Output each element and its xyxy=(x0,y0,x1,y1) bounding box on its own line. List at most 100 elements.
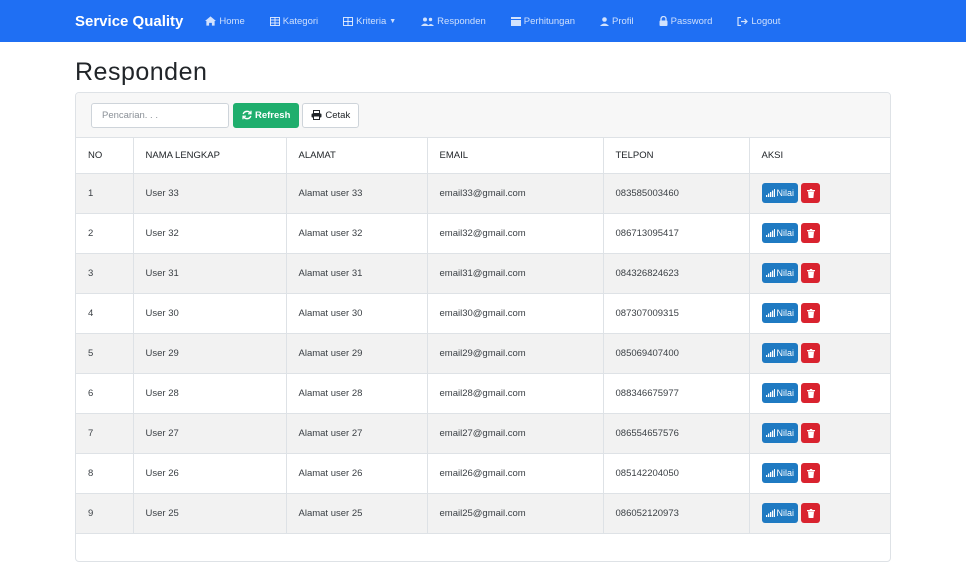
table-row: 4 User 30 Alamat user 30 email30@gmail.com 0… xyxy=(76,293,891,334)
refresh-label: Refresh xyxy=(255,109,291,121)
users-icon xyxy=(421,17,435,26)
signal-icon xyxy=(765,189,775,197)
cell-nama: User 28 xyxy=(133,373,287,414)
brand-logo[interactable]: Service Quality xyxy=(75,13,183,30)
cell-telpon: 086713095417 xyxy=(603,213,750,254)
nilai-button[interactable]: Nilai xyxy=(761,303,799,323)
nilai-button[interactable]: Nilai xyxy=(761,423,799,443)
cell-aksi: Nilai xyxy=(749,453,891,494)
table-row: 5 User 29 Alamat user 29 email29@gmail.com 0… xyxy=(76,333,890,374)
row-actions: Nilai xyxy=(761,463,891,483)
nav-profil[interactable]: Profil xyxy=(600,16,634,27)
row-actions: Nilai xyxy=(761,303,891,323)
nilai-button[interactable]: Nilai xyxy=(761,463,799,483)
cell-telpon: 084326824623 xyxy=(603,253,750,294)
nilai-button[interactable]: Nilai xyxy=(761,343,799,363)
cell-aksi: Nilai xyxy=(749,173,891,214)
row-actions: Nilai xyxy=(761,263,891,283)
cell-email: email29@gmail.com xyxy=(427,333,604,374)
logout-icon xyxy=(737,16,749,26)
nilai-button[interactable]: Nilai xyxy=(761,223,799,243)
trash-icon xyxy=(806,468,815,478)
row-actions: Nilai xyxy=(761,503,891,523)
cell-no: 5 xyxy=(76,333,134,374)
cell-email: email31@gmail.com xyxy=(427,253,604,294)
signal-icon xyxy=(765,229,775,237)
user-icon xyxy=(600,16,610,26)
row-actions: Nilai xyxy=(761,223,891,243)
responden-card: Refresh Cetak NO NAMA LENGKAP ALAMAT EMA… xyxy=(75,92,891,562)
cell-nama: User 25 xyxy=(133,493,287,534)
cell-nama: User 32 xyxy=(133,213,287,254)
col-header-aksi: AKSI xyxy=(749,138,890,174)
trash-icon xyxy=(806,508,815,518)
printer-icon xyxy=(311,110,322,120)
nilai-button[interactable]: Nilai xyxy=(761,263,799,283)
refresh-button[interactable]: Refresh xyxy=(233,102,300,128)
nav-profil-label: Profil xyxy=(612,15,634,27)
nilai-button[interactable]: Nilai xyxy=(761,183,799,203)
cell-no: 6 xyxy=(76,373,134,414)
cell-aksi: Nilai xyxy=(749,333,890,374)
delete-button[interactable] xyxy=(801,463,821,483)
row-actions: Nilai xyxy=(761,383,891,403)
delete-button[interactable] xyxy=(801,383,821,403)
cell-alamat: Alamat user 26 xyxy=(286,453,428,494)
nav-responden[interactable]: Responden xyxy=(421,16,486,27)
nav-logout[interactable]: Logout xyxy=(737,16,780,27)
refresh-icon xyxy=(242,110,252,120)
delete-button[interactable] xyxy=(801,223,821,243)
nav-perhitungan[interactable]: Perhitungan xyxy=(510,16,575,27)
signal-icon xyxy=(765,429,775,437)
cell-alamat: Alamat user 30 xyxy=(286,293,428,334)
signal-icon xyxy=(765,309,775,317)
delete-button[interactable] xyxy=(801,183,821,203)
delete-button[interactable] xyxy=(801,423,821,443)
row-actions: Nilai xyxy=(761,423,891,443)
cell-alamat: Alamat user 31 xyxy=(286,253,428,294)
row-actions: Nilai xyxy=(761,183,891,203)
cell-alamat: Alamat user 27 xyxy=(286,413,428,454)
nilai-label: Nilai xyxy=(776,228,795,238)
col-header-no: NO xyxy=(76,138,134,174)
cell-no: 3 xyxy=(76,253,134,294)
cell-nama: User 31 xyxy=(133,253,287,294)
cell-no: 1 xyxy=(76,173,134,214)
cell-alamat: Alamat user 33 xyxy=(286,173,428,214)
nilai-button[interactable]: Nilai xyxy=(761,383,799,403)
cell-telpon: 086052120973 xyxy=(603,493,750,534)
cell-telpon: 088346675977 xyxy=(603,373,750,414)
delete-button[interactable] xyxy=(801,343,821,363)
calculator-icon xyxy=(510,16,521,26)
delete-button[interactable] xyxy=(801,503,821,523)
delete-button[interactable] xyxy=(801,263,821,283)
cell-email: email26@gmail.com xyxy=(427,453,604,494)
cell-email: email25@gmail.com xyxy=(427,493,604,534)
search-input[interactable] xyxy=(91,102,229,128)
cell-aksi: Nilai xyxy=(749,413,891,454)
cell-nama: User 33 xyxy=(133,173,287,214)
print-button[interactable]: Cetak xyxy=(302,102,360,128)
trash-icon xyxy=(806,428,815,438)
nilai-button[interactable]: Nilai xyxy=(761,503,799,523)
print-label: Cetak xyxy=(325,109,351,121)
table-header-row: NO NAMA LENGKAP ALAMAT EMAIL TELPON AKSI xyxy=(76,138,890,174)
table-row: 2 User 32 Alamat user 32 email32@gmail.com 0… xyxy=(76,213,891,254)
cell-alamat: Alamat user 25 xyxy=(286,493,428,534)
nav-kriteria[interactable]: Kriteria ▼ xyxy=(343,16,396,27)
nav-home[interactable]: Home xyxy=(205,16,245,27)
nav-responden-label: Responden xyxy=(437,15,486,27)
cell-no: 8 xyxy=(76,453,134,494)
cell-email: email28@gmail.com xyxy=(427,373,604,414)
nilai-label: Nilai xyxy=(776,428,795,438)
nav-password[interactable]: Password xyxy=(659,16,712,27)
delete-button[interactable] xyxy=(801,303,821,323)
nav-kategori[interactable]: Kategori xyxy=(269,16,318,27)
cell-email: email30@gmail.com xyxy=(427,293,604,334)
trash-icon xyxy=(806,308,815,318)
signal-icon xyxy=(765,349,775,357)
trash-icon xyxy=(806,228,815,238)
cell-aksi: Nilai xyxy=(749,373,891,414)
col-header-email: EMAIL xyxy=(427,138,604,174)
cell-no: 9 xyxy=(76,493,134,534)
